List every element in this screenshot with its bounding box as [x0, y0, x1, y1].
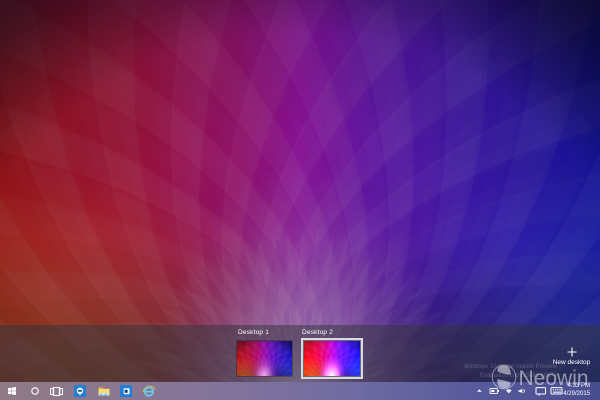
svg-text:Neowin: Neowin [519, 367, 589, 390]
